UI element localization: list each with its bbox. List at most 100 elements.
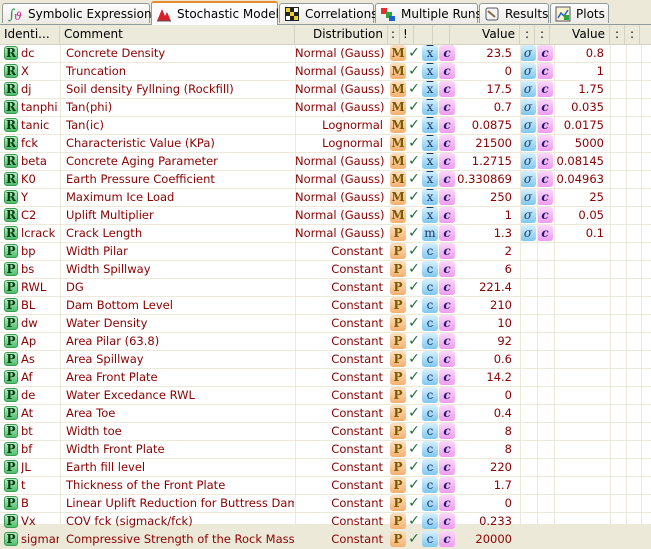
identifier-cell[interactable]: bp bbox=[21, 243, 59, 260]
variable-type-badge[interactable]: R bbox=[4, 225, 19, 242]
identifier-cell[interactable]: tanphi bbox=[21, 99, 59, 116]
constant-button[interactable]: c bbox=[422, 477, 439, 494]
value-cell[interactable]: 1.2715 bbox=[456, 153, 514, 170]
coefficient-button[interactable]: c bbox=[439, 153, 456, 170]
constant-button[interactable]: c bbox=[422, 297, 439, 314]
column-header-c3[interactable] bbox=[414, 25, 433, 44]
distribution-mode-button[interactable]: M bbox=[390, 117, 406, 134]
value-cell[interactable]: 0.330869 bbox=[456, 171, 514, 188]
value-cell[interactable]: 6 bbox=[456, 261, 514, 278]
identifier-cell[interactable]: X bbox=[21, 63, 59, 80]
checkmark-icon[interactable]: ✓ bbox=[406, 261, 422, 278]
mean-button[interactable]: x bbox=[422, 153, 439, 170]
distribution-cell[interactable]: Normal (Gauss) bbox=[295, 81, 385, 98]
constant-button[interactable]: c bbox=[422, 459, 439, 476]
constant-button[interactable]: c bbox=[422, 495, 439, 512]
variable-type-badge[interactable]: R bbox=[4, 135, 19, 152]
identifier-cell[interactable]: RWL bbox=[21, 279, 59, 296]
distribution-mode-button[interactable]: P bbox=[390, 369, 406, 386]
distribution-mode-button[interactable]: P bbox=[390, 495, 406, 512]
coefficient-button[interactable]: c bbox=[439, 441, 456, 458]
constant-button[interactable]: c bbox=[422, 261, 439, 278]
distribution-cell[interactable]: Constant bbox=[295, 243, 385, 260]
identifier-cell[interactable]: bt bbox=[21, 423, 59, 440]
coefficient-button[interactable]: c bbox=[439, 117, 456, 134]
distribution-cell[interactable]: Constant bbox=[295, 459, 385, 476]
distribution-cell[interactable]: Constant bbox=[295, 369, 385, 386]
comment-cell[interactable]: Uplift Multiplier bbox=[66, 207, 294, 224]
checkmark-icon[interactable]: ✓ bbox=[406, 99, 422, 116]
distribution-cell[interactable]: Constant bbox=[295, 513, 385, 530]
checkmark-icon[interactable]: ✓ bbox=[406, 207, 422, 224]
std-value-cell[interactable]: 1.75 bbox=[554, 81, 606, 98]
coefficient-button[interactable]: c bbox=[439, 261, 456, 278]
distribution-mode-button[interactable]: P bbox=[390, 333, 406, 350]
checkmark-icon[interactable]: ✓ bbox=[406, 63, 422, 80]
distribution-cell[interactable]: Constant bbox=[295, 351, 385, 368]
comment-cell[interactable]: Water Excedance RWL bbox=[66, 387, 294, 404]
checkmark-icon[interactable]: ✓ bbox=[406, 189, 422, 206]
coefficient-button[interactable]: c bbox=[439, 531, 456, 548]
mean-button[interactable]: x bbox=[422, 207, 439, 224]
coefficient-button[interactable]: c bbox=[439, 135, 456, 152]
checkmark-icon[interactable]: ✓ bbox=[406, 441, 422, 458]
sigma-button[interactable]: σ bbox=[520, 171, 537, 188]
comment-cell[interactable]: Maximum Ice Load bbox=[66, 189, 294, 206]
identifier-cell[interactable]: B bbox=[21, 495, 59, 512]
value-cell[interactable]: 210 bbox=[456, 297, 514, 314]
column-header-c4[interactable] bbox=[433, 25, 450, 44]
checkmark-icon[interactable]: ✓ bbox=[406, 225, 422, 242]
checkmark-icon[interactable]: ✓ bbox=[406, 459, 422, 476]
variable-type-badge[interactable]: P bbox=[4, 369, 19, 386]
checkmark-icon[interactable]: ✓ bbox=[406, 315, 422, 332]
identifier-cell[interactable]: Ap bbox=[21, 333, 59, 350]
identifier-cell[interactable]: As bbox=[21, 351, 59, 368]
identifier-cell[interactable]: bf bbox=[21, 441, 59, 458]
distribution-cell[interactable]: Constant bbox=[295, 279, 385, 296]
std-value-cell[interactable]: 5000 bbox=[554, 135, 606, 152]
distribution-cell[interactable]: Constant bbox=[295, 423, 385, 440]
sigma-button[interactable]: σ bbox=[520, 117, 537, 134]
distribution-mode-button[interactable]: P bbox=[390, 279, 406, 296]
checkmark-icon[interactable]: ✓ bbox=[406, 153, 422, 170]
distribution-mode-button[interactable]: P bbox=[390, 225, 406, 242]
distribution-mode-button[interactable]: M bbox=[390, 81, 406, 98]
column-header-s1[interactable]: : bbox=[520, 25, 535, 44]
checkmark-icon[interactable]: ✓ bbox=[406, 423, 422, 440]
variable-type-badge[interactable]: R bbox=[4, 81, 19, 98]
coefficient-button[interactable]: c bbox=[439, 99, 456, 116]
identifier-cell[interactable]: C2 bbox=[21, 207, 59, 224]
mean-button[interactable]: x bbox=[422, 171, 439, 188]
coefficient-button[interactable]: c bbox=[439, 81, 456, 98]
distribution-mode-button[interactable]: P bbox=[390, 423, 406, 440]
distribution-cell[interactable]: Normal (Gauss) bbox=[295, 171, 385, 188]
distribution-cell[interactable]: Constant bbox=[295, 495, 385, 512]
variable-type-badge[interactable]: P bbox=[4, 279, 19, 296]
mean-button[interactable]: x bbox=[422, 99, 439, 116]
value-cell[interactable]: 221.4 bbox=[456, 279, 514, 296]
coefficient-button[interactable]: c bbox=[439, 495, 456, 512]
column-header-s3[interactable]: : bbox=[610, 25, 625, 44]
constant-button[interactable]: c bbox=[422, 369, 439, 386]
constant-button[interactable]: c bbox=[422, 351, 439, 368]
variable-type-badge[interactable]: P bbox=[4, 441, 19, 458]
comment-cell[interactable]: Width Pilar bbox=[66, 243, 294, 260]
comment-cell[interactable]: Concrete Density bbox=[66, 45, 294, 62]
coefficient-button[interactable]: c bbox=[439, 315, 456, 332]
comment-cell[interactable]: Earth Pressure Coefficient bbox=[66, 171, 294, 188]
constant-button[interactable]: c bbox=[422, 513, 439, 530]
constant-button[interactable]: c bbox=[422, 333, 439, 350]
coefficient-button[interactable]: c bbox=[439, 63, 456, 80]
identifier-cell[interactable]: bs bbox=[21, 261, 59, 278]
column-header-value2[interactable]: Value bbox=[550, 25, 610, 44]
distribution-mode-button[interactable]: M bbox=[390, 99, 406, 116]
identifier-cell[interactable]: dj bbox=[21, 81, 59, 98]
tab-results[interactable]: Results bbox=[479, 3, 549, 23]
coefficient-button[interactable]: c bbox=[439, 225, 456, 242]
std-value-cell[interactable]: 0.08145 bbox=[554, 153, 606, 170]
value-cell[interactable]: 0.0875 bbox=[456, 117, 514, 134]
value-cell[interactable]: 8 bbox=[456, 441, 514, 458]
variable-type-badge[interactable]: P bbox=[4, 351, 19, 368]
distribution-cell[interactable]: Constant bbox=[295, 441, 385, 458]
coefficient-button[interactable]: c bbox=[439, 207, 456, 224]
